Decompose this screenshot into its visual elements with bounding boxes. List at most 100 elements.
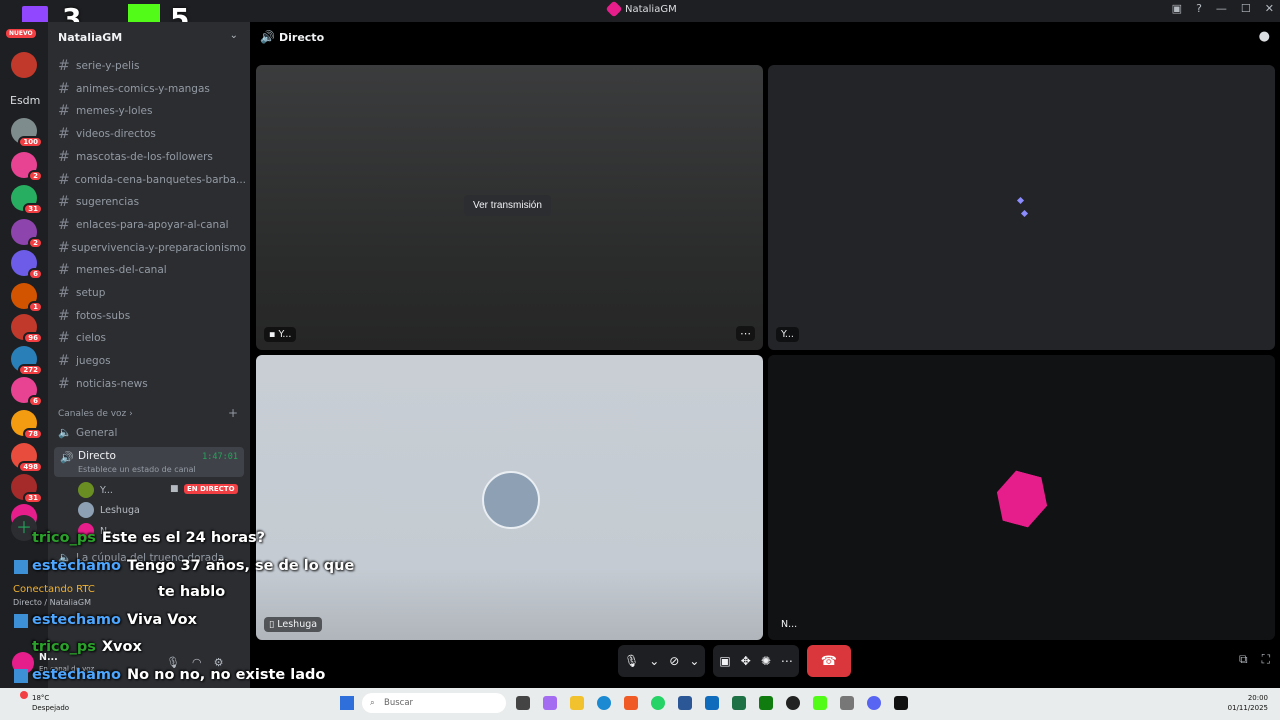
close-button[interactable]: ✕ [1265,2,1274,15]
window-controls: ▣ ? — ☐ ✕ [1172,2,1274,15]
video-tile-stream[interactable]: Ver transmisión ▪ Y... ⋯ [256,65,763,350]
voice-channels-header[interactable]: Canales de voz › [58,409,133,419]
hash-icon: # [58,239,70,256]
hash-icon: # [58,307,70,324]
start-icon[interactable] [340,696,354,710]
channel-label: enlaces-para-apoyar-al-canal [76,218,229,231]
server-icon[interactable]: 78 [11,410,43,440]
channel-label: animes-comics-y-mangas [76,82,210,95]
server-icon[interactable]: 2 [11,219,43,249]
outlook-icon[interactable] [705,696,719,710]
server-icon[interactable]: 498 [11,443,43,473]
channel-item[interactable]: # serie-y-pelis [58,56,246,76]
channel-item[interactable]: # videos-directos [58,124,246,144]
channel-item[interactable]: # fotos-subs [58,306,246,326]
channel-item[interactable]: # memes-y-loles [58,101,246,121]
chat-message: estechamo Viva Vox [14,612,197,628]
tile-label: ▪ Y... [264,327,297,342]
disconnect-button[interactable]: ☎ [806,645,851,677]
minimize-button[interactable]: — [1216,2,1227,15]
voice-channel-directo[interactable]: 🔊 Directo Establece un estado de canal 1… [54,447,244,477]
inbox-icon[interactable]: ▣ [1172,2,1182,15]
channel-item[interactable]: # animes-comics-y-mangas [58,79,246,99]
hash-icon: # [58,194,70,211]
server-icon[interactable]: 6 [11,377,43,407]
speaker-icon: 🔈 [58,426,72,439]
voice-channel-general[interactable]: 🔈 General [58,426,117,439]
file-explorer-icon[interactable] [570,696,584,710]
chat-text: te hablo [158,584,226,600]
server-icon[interactable]: 2 [11,152,43,182]
edge-icon[interactable] [597,696,611,710]
avatar [482,471,540,529]
server-icon[interactable] [11,52,37,78]
chevron-down-icon[interactable]: ⌄ [689,654,699,668]
soundboard-icon[interactable]: ✺ [761,654,771,668]
server-name[interactable]: NataliaGM [58,31,122,44]
chat-message: estechamo No no no, no existe lado [14,667,325,683]
channel-item[interactable]: # comida-cena-banquetes-barba... [58,170,246,190]
channel-item[interactable]: # noticias-news [58,374,246,394]
channel-item[interactable]: # mascotas-de-los-followers [58,147,246,167]
nvidia-icon[interactable] [732,696,746,710]
chevron-down-icon[interactable]: ⌄ [230,30,238,41]
channel-label: cielos [76,332,106,345]
add-voice-channel-icon[interactable]: + [228,406,238,420]
server-icon[interactable]: 272 [11,346,43,376]
server-icon[interactable]: 31 [11,474,43,504]
video-tile-user[interactable]: Y... [768,65,1275,350]
more-options-icon[interactable]: ⋯ [781,654,793,668]
discord-icon[interactable] [867,696,881,710]
store-icon[interactable] [678,696,692,710]
task-view-icon[interactable] [516,696,530,710]
channel-item[interactable]: # juegos [58,351,246,371]
channel-item[interactable]: # setup [58,283,246,303]
copilot-icon[interactable] [543,696,557,710]
server-icon[interactable]: 6 [11,250,43,280]
server-icon[interactable]: 100 [11,118,43,148]
epic-games-icon[interactable] [894,696,908,710]
whatsapp-icon[interactable] [651,696,665,710]
video-tile-leshuga[interactable]: ▯ Leshuga [256,355,763,640]
hash-icon: # [58,285,70,301]
clock[interactable]: 20:00 01/11/2025 [1228,693,1268,713]
channel-item[interactable]: # supervivencia-y-preparacionismo [58,238,246,258]
weather-widget[interactable]: 18°C Despejado [20,693,69,713]
chat-bubble-icon[interactable]: ● [1259,29,1270,44]
more-options-icon[interactable]: ⋯ [736,326,755,341]
activities-icon[interactable]: ✥ [741,654,751,668]
obs-icon[interactable] [786,696,800,710]
channel-item[interactable]: # enlaces-para-apoyar-al-canal [58,215,246,235]
popout-icon[interactable]: ⧉ [1239,652,1248,667]
watch-stream-button[interactable]: Ver transmisión [464,195,551,216]
brave-icon[interactable] [624,696,638,710]
server-label-esdm[interactable]: Esdm [10,94,40,107]
microphone-icon[interactable]: 🎙 [624,654,639,668]
server-icon[interactable]: 31 [11,185,43,215]
chat-message: trico_ps Xvox [14,639,142,655]
channel-item[interactable]: # cielos [58,328,246,348]
search-input[interactable]: ⌕ Buscar [362,693,506,713]
mention-badge: 6 [28,395,43,407]
channel-label: fotos-subs [76,309,131,322]
settings-icon[interactable] [840,696,854,710]
server-icon[interactable]: 96 [11,314,43,344]
help-icon[interactable]: ? [1196,2,1202,15]
voice-member[interactable]: Leshuga [78,502,140,518]
kick-icon[interactable] [813,696,827,710]
screen-share-icon[interactable]: ▣ [719,654,730,668]
maximize-button[interactable]: ☐ [1241,2,1251,15]
channel-item[interactable]: # sugerencias [58,192,246,212]
xbox-icon[interactable] [759,696,773,710]
chevron-down-icon[interactable]: ⌄ [649,654,659,668]
channel-item[interactable]: # memes-del-canal [58,260,246,280]
mention-badge: 31 [23,492,43,504]
video-tile-n[interactable]: N... [768,355,1275,640]
channel-label: noticias-news [76,377,148,390]
channel-status[interactable]: Establece un estado de canal [78,465,196,474]
chat-badge-icon [14,532,28,546]
camera-off-icon[interactable]: ⊘ [669,654,679,668]
voice-member[interactable]: Y... [78,482,113,498]
fullscreen-icon[interactable]: ⛶ [1262,652,1270,667]
server-icon[interactable]: 1 [11,283,43,313]
